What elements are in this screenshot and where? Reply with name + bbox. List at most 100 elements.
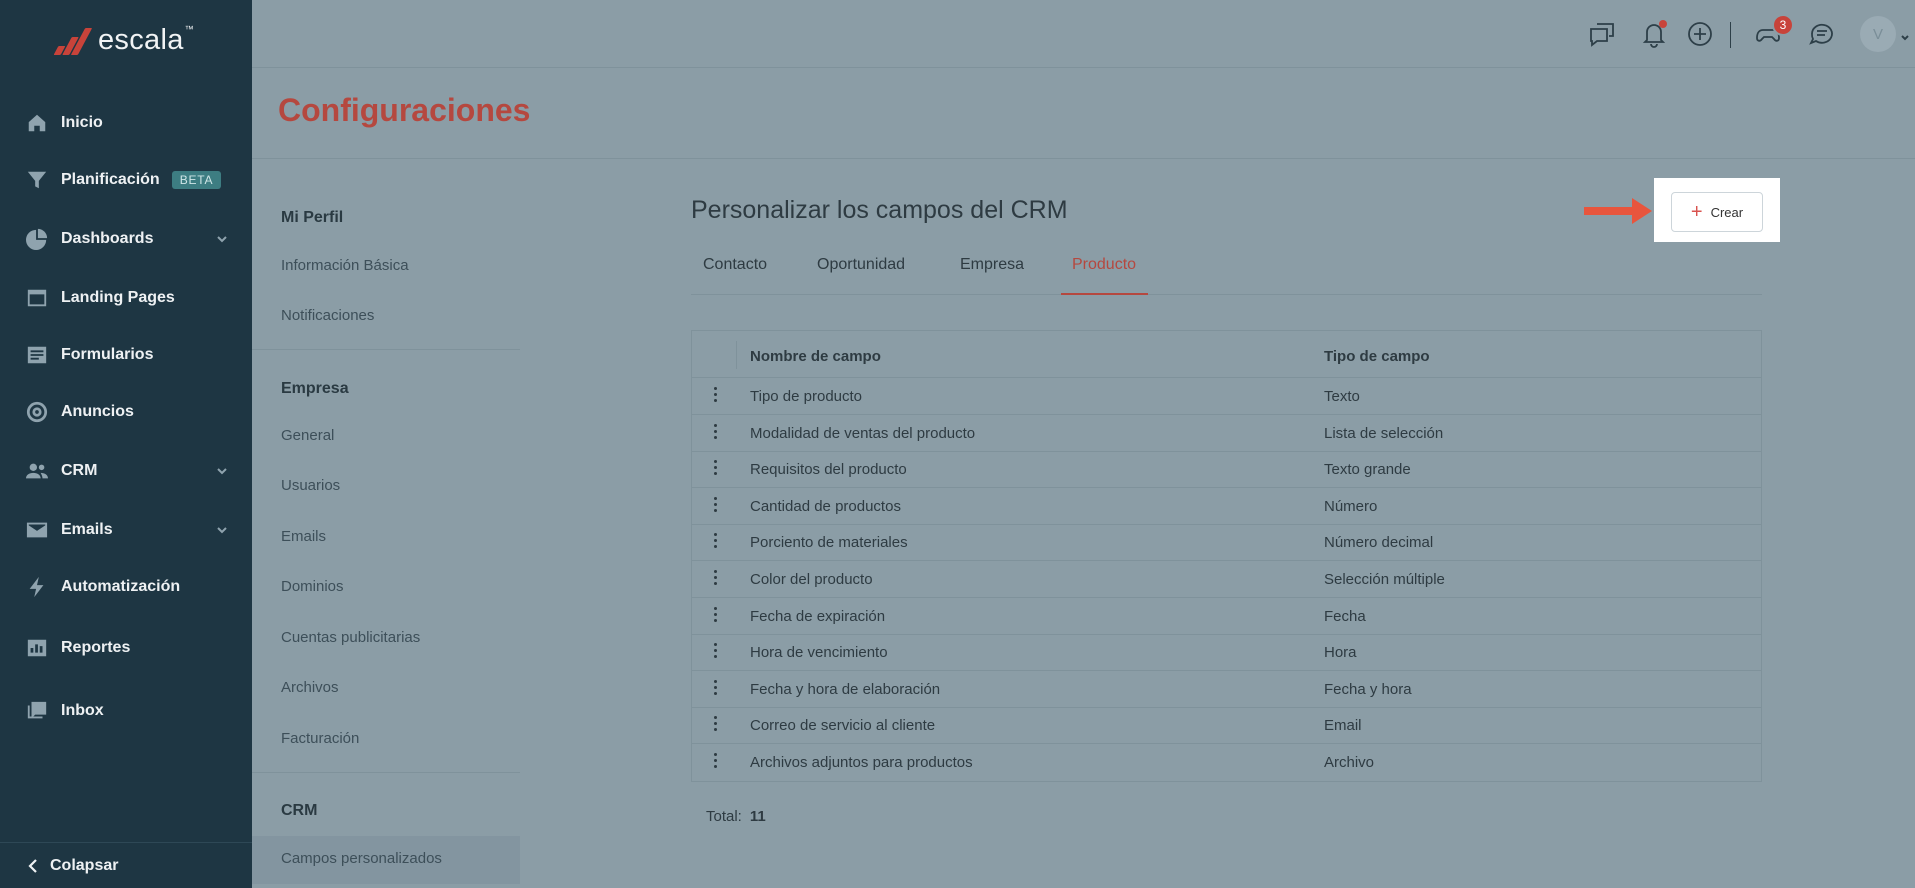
more-vertical-icon[interactable]	[712, 533, 718, 553]
field-type-cell: Texto grande	[1324, 461, 1411, 479]
tab-oportunidad[interactable]: Oportunidad	[817, 256, 905, 274]
funnel-icon	[24, 169, 49, 191]
sidebar: escala™ Inicio Planificación BETA Dashbo…	[0, 0, 252, 888]
tab-empresa[interactable]: Empresa	[960, 256, 1024, 274]
nav-item-automatizacion[interactable]: Automatización	[0, 565, 252, 609]
more-vertical-icon[interactable]	[712, 570, 718, 590]
nav-item-planificacion[interactable]: Planificación BETA	[0, 158, 252, 202]
field-name-cell: Requisitos del producto	[750, 461, 907, 479]
column-header-type[interactable]: Tipo de campo	[1324, 348, 1430, 365]
plus-icon: +	[1690, 201, 1703, 223]
table-row[interactable]: Cantidad de productos Número	[692, 488, 1761, 525]
table-row[interactable]: Archivos adjuntos para productos Archivo	[692, 744, 1761, 781]
settings-item-general[interactable]: General	[281, 427, 334, 444]
escala-logo[interactable]: escala™	[52, 22, 194, 58]
table-row[interactable]: Color del producto Selección múltiple	[692, 561, 1761, 598]
settings-item-emails[interactable]: Emails	[281, 528, 326, 545]
more-vertical-icon[interactable]	[712, 643, 718, 663]
chevron-down-icon	[214, 231, 230, 247]
chat-icon[interactable]	[1586, 18, 1618, 50]
table-row[interactable]: Porciento de materiales Número decimal	[692, 524, 1761, 562]
support-chat-icon[interactable]	[1806, 18, 1838, 50]
table-row[interactable]: Requisitos del producto Texto grande	[692, 451, 1761, 489]
user-avatar[interactable]: V	[1860, 16, 1896, 52]
nav-item-landing-pages[interactable]: Landing Pages	[0, 276, 252, 320]
bolt-icon	[24, 576, 49, 598]
field-name-cell: Fecha y hora de elaboración	[750, 680, 941, 698]
nav-item-emails[interactable]: Emails	[0, 508, 252, 552]
settings-item-facturacion[interactable]: Facturación	[281, 730, 359, 747]
beta-badge: BETA	[171, 171, 222, 189]
more-vertical-icon[interactable]	[712, 716, 718, 736]
logo-text: escala™	[98, 23, 194, 56]
more-vertical-icon[interactable]	[712, 753, 718, 773]
settings-item-cuentas-publicitarias[interactable]: Cuentas publicitarias	[281, 629, 420, 646]
tab-producto[interactable]: Producto	[1072, 256, 1136, 274]
nav-item-inicio[interactable]: Inicio	[0, 101, 252, 145]
settings-section-heading: Mi Perfil	[281, 209, 344, 226]
field-type-cell: Email	[1324, 717, 1362, 735]
field-type-cell: Lista de selección	[1324, 424, 1444, 442]
table-row[interactable]: Hora de vencimiento Hora	[692, 634, 1761, 672]
people-icon	[24, 460, 49, 482]
table-row[interactable]: Fecha de expiración Fecha	[692, 598, 1761, 635]
create-button[interactable]: + Crear	[1671, 192, 1763, 232]
collapse-label: Colapsar	[50, 856, 119, 874]
table-header: Nombre de campo Tipo de campo	[692, 331, 1761, 378]
more-vertical-icon[interactable]	[712, 387, 718, 407]
nav-item-inbox[interactable]: Inbox	[0, 689, 252, 733]
settings-item-dominios[interactable]: Dominios	[281, 578, 344, 595]
field-type-cell: Fecha y hora	[1324, 680, 1412, 698]
settings-item-informacion-basica[interactable]: Información Básica	[281, 257, 409, 274]
column-header-name[interactable]: Nombre de campo	[750, 348, 881, 365]
chevron-down-icon	[214, 463, 230, 479]
field-name-cell: Tipo de producto	[750, 388, 863, 405]
nav-label: Anuncios	[61, 403, 134, 420]
field-type-cell: Texto	[1324, 388, 1360, 405]
settings-item-notificaciones[interactable]: Notificaciones	[281, 307, 374, 324]
table-row[interactable]: Correo de servicio al cliente Email	[692, 707, 1761, 745]
nav-label: Inicio	[61, 114, 103, 131]
panel-title: Personalizar los campos del CRM	[691, 196, 1068, 224]
nav-item-crm[interactable]: CRM	[0, 449, 252, 493]
nav-item-dashboards[interactable]: Dashboards	[0, 217, 252, 261]
nav-label: Emails	[61, 521, 113, 538]
field-name-cell: Cantidad de productos	[750, 497, 901, 515]
nav-label: Formularios	[61, 346, 154, 363]
nav-item-reportes[interactable]: Reportes	[0, 626, 252, 670]
nav-item-formularios[interactable]: Formularios	[0, 333, 252, 377]
more-vertical-icon[interactable]	[712, 606, 718, 627]
nav-label: Automatización	[61, 578, 181, 595]
settings-item-usuarios[interactable]: Usuarios	[281, 477, 340, 494]
custom-fields-table: Nombre de campo Tipo de campo Tipo de pr…	[691, 330, 1762, 782]
table-row[interactable]: Modalidad de ventas del producto Lista de…	[692, 415, 1761, 452]
more-vertical-icon[interactable]	[712, 460, 718, 480]
collapse-sidebar-button[interactable]: Colapsar	[0, 842, 252, 888]
table-row[interactable]: Tipo de producto Texto	[692, 378, 1761, 415]
nav-label: Planificación	[61, 171, 160, 188]
total-value: 11	[749, 808, 766, 825]
field-name-cell: Correo de servicio al cliente	[750, 717, 936, 735]
more-vertical-icon[interactable]	[712, 679, 718, 700]
tab-contacto[interactable]: Contacto	[703, 256, 767, 274]
more-vertical-icon[interactable]	[712, 423, 718, 444]
field-name-cell: Color del producto	[750, 571, 873, 588]
notification-badge: 3	[1772, 14, 1794, 36]
chevron-down-icon[interactable]	[1900, 30, 1910, 41]
table-row[interactable]: Fecha y hora de elaboración Fecha y hora	[692, 671, 1761, 708]
settings-item-campos-personalizados[interactable]: Campos personalizados	[281, 850, 442, 867]
add-circle-icon[interactable]	[1684, 18, 1716, 50]
home-icon	[24, 112, 49, 134]
arrow-right-icon	[1584, 196, 1654, 226]
inbox-icon	[24, 700, 49, 722]
divider	[736, 341, 737, 369]
nav-item-anuncios[interactable]: Anuncios	[0, 390, 252, 434]
settings-item-archivos[interactable]: Archivos	[281, 679, 339, 696]
notification-dot	[1659, 20, 1667, 28]
page-title: Configuraciones	[278, 92, 531, 128]
field-name-cell: Modalidad de ventas del producto	[750, 424, 976, 442]
more-vertical-icon[interactable]	[712, 496, 718, 517]
report-icon	[24, 637, 49, 659]
field-type-cell: Selección múltiple	[1324, 571, 1445, 588]
pie-chart-icon	[24, 228, 49, 250]
